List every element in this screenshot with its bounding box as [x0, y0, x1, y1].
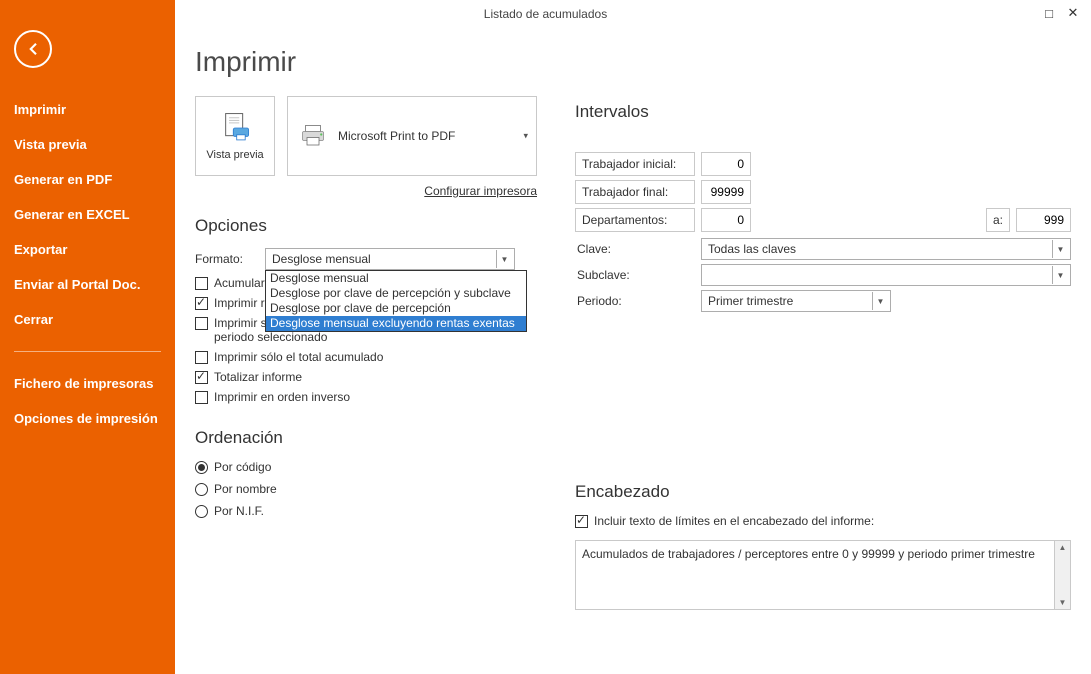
printer-select[interactable]: Microsoft Print to PDF ▾ [287, 96, 537, 176]
sidebar-item-generar-excel[interactable]: Generar en EXCEL [0, 197, 175, 232]
chk-imprimir-re-label[interactable]: Imprimir re [214, 296, 271, 310]
printer-icon [298, 121, 328, 151]
scroll-down-icon[interactable]: ▼ [1059, 596, 1067, 609]
sidebar-item-exportar[interactable]: Exportar [0, 232, 175, 267]
trab-inicial-input[interactable] [701, 152, 751, 176]
chk-inverso-label[interactable]: Imprimir en orden inverso [214, 390, 350, 404]
radio-por-codigo-label[interactable]: Por código [214, 460, 271, 474]
clave-combo[interactable]: Todas las claves ▼ [701, 238, 1071, 260]
formato-value: Desglose mensual [272, 252, 371, 266]
chk-totalizar-label[interactable]: Totalizar informe [214, 370, 302, 384]
document-preview-icon [218, 111, 252, 145]
formato-dropdown: Desglose mensual Desglose por clave de p… [265, 270, 527, 332]
subclave-label: Subclave: [575, 268, 695, 282]
close-button[interactable]: ✕ [1061, 4, 1085, 22]
radio-por-codigo[interactable] [195, 461, 208, 474]
intervalos-heading: Intervalos [575, 102, 1071, 122]
vista-previa-button[interactable]: Vista previa [195, 96, 275, 176]
clave-label: Clave: [575, 242, 695, 256]
vista-previa-label: Vista previa [206, 149, 263, 161]
page-title: Imprimir [195, 46, 1071, 78]
radio-por-nif-label[interactable]: Por N.I.F. [214, 504, 264, 518]
scroll-up-icon[interactable]: ▲ [1059, 541, 1067, 554]
printer-name: Microsoft Print to PDF [338, 129, 455, 143]
subclave-combo[interactable]: ▼ [701, 264, 1071, 286]
chk-totalizar[interactable] [195, 371, 208, 384]
formato-option-1[interactable]: Desglose por clave de percepción y subcl… [266, 286, 526, 301]
encabezado-heading: Encabezado [575, 482, 1071, 502]
trab-final-label: Trabajador final: [575, 180, 695, 204]
sidebar-item-cerrar[interactable]: Cerrar [0, 302, 175, 337]
dept-from-input[interactable] [701, 208, 751, 232]
chk-acumular[interactable] [195, 277, 208, 290]
sidebar-item-fichero-impresoras[interactable]: Fichero de impresoras [0, 366, 175, 401]
formato-option-3[interactable]: Desglose mensual excluyendo rentas exent… [266, 316, 526, 331]
encabezado-text: Acumulados de trabajadores / perceptores… [582, 547, 1035, 561]
chk-solo-total-label[interactable]: Imprimir sólo el total acumulado [214, 350, 383, 364]
sidebar-item-generar-pdf[interactable]: Generar en PDF [0, 162, 175, 197]
chk-imprimir-re[interactable] [195, 297, 208, 310]
chk-solo-info[interactable] [195, 317, 208, 330]
formato-combo[interactable]: Desglose mensual ▼ [265, 248, 515, 270]
periodo-label: Periodo: [575, 294, 695, 308]
window-title: Listado de acumulados [484, 7, 607, 21]
chk-inverso[interactable] [195, 391, 208, 404]
encabezado-textarea[interactable]: Acumulados de trabajadores / perceptores… [575, 540, 1071, 610]
chevron-down-icon[interactable]: ▼ [496, 250, 512, 268]
scrollbar[interactable]: ▲▼ [1054, 541, 1070, 609]
sidebar: Imprimir Vista previa Generar en PDF Gen… [0, 0, 175, 674]
chk-incluir-limites[interactable] [575, 515, 588, 528]
formato-option-0[interactable]: Desglose mensual [266, 271, 526, 286]
back-button[interactable] [14, 30, 52, 68]
chevron-down-icon: ▾ [523, 131, 528, 142]
periodo-combo[interactable]: Primer trimestre ▼ [701, 290, 891, 312]
periodo-value: Primer trimestre [708, 294, 793, 308]
radio-por-nombre-label[interactable]: Por nombre [214, 482, 277, 496]
radio-por-nif[interactable] [195, 505, 208, 518]
formato-option-2[interactable]: Desglose por clave de percepción [266, 301, 526, 316]
arrow-left-icon [24, 40, 42, 58]
chk-solo-total[interactable] [195, 351, 208, 364]
dept-a-label: a: [986, 208, 1010, 232]
chk-incluir-limites-label[interactable]: Incluir texto de límites en el encabezad… [594, 514, 874, 528]
radio-por-nombre[interactable] [195, 483, 208, 496]
ordenacion-heading: Ordenación [195, 428, 555, 448]
sidebar-item-enviar-portal[interactable]: Enviar al Portal Doc. [0, 267, 175, 302]
trab-final-input[interactable] [701, 180, 751, 204]
sidebar-item-vista-previa[interactable]: Vista previa [0, 127, 175, 162]
dept-label: Departamentos: [575, 208, 695, 232]
maximize-button[interactable]: □ [1037, 4, 1061, 22]
sidebar-item-opciones-impresion[interactable]: Opciones de impresión [0, 401, 175, 436]
sidebar-item-imprimir[interactable]: Imprimir [0, 92, 175, 127]
formato-label: Formato: [195, 252, 265, 266]
chevron-down-icon[interactable]: ▼ [1052, 266, 1068, 284]
configure-printer-link[interactable]: Configurar impresora [424, 184, 537, 198]
chevron-down-icon[interactable]: ▼ [872, 292, 888, 310]
trab-inicial-label: Trabajador inicial: [575, 152, 695, 176]
chevron-down-icon[interactable]: ▼ [1052, 240, 1068, 258]
clave-value: Todas las claves [708, 242, 796, 256]
opciones-heading: Opciones [195, 216, 555, 236]
dept-to-input[interactable] [1016, 208, 1071, 232]
